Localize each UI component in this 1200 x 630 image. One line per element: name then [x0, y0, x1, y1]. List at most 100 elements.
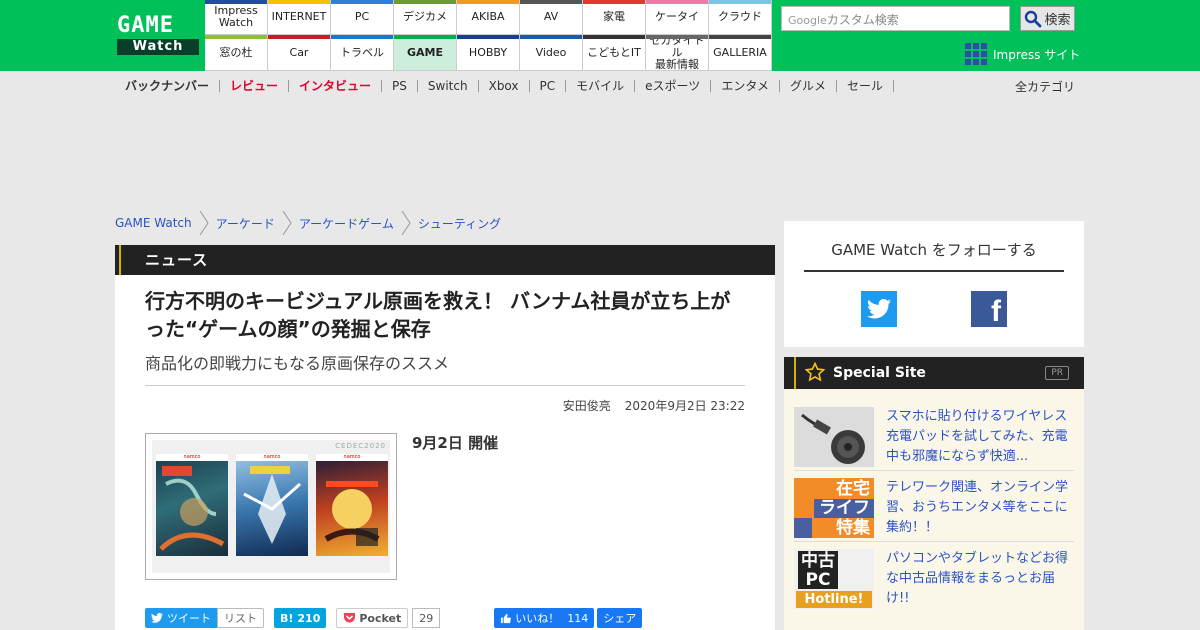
twitter-follow-icon[interactable]	[861, 291, 897, 327]
breadcrumb-item[interactable]: アーケードゲーム	[299, 215, 400, 232]
special-site-box: Special Site PR スマホに貼り付けるワイヤレス充電パッドを試してみ…	[784, 357, 1084, 630]
site-link[interactable]: GAME	[394, 35, 457, 71]
facebook-share-button[interactable]: シェア	[597, 608, 643, 628]
twitter-list-button[interactable]: リスト	[217, 608, 264, 628]
special-item[interactable]: スマホに貼り付けるワイヤレス充電パッドを試してみた、充電中も邪魔にならず快適..…	[794, 407, 1074, 471]
impress-site-label: Impress サイト	[993, 47, 1081, 62]
breadcrumb-item[interactable]: GAME Watch	[115, 216, 198, 230]
cover-art-2	[243, 466, 301, 544]
site-link-label: AKIBA	[471, 10, 505, 23]
nav-item[interactable]: PS	[382, 80, 418, 92]
nav-item[interactable]: バックナンバー	[115, 80, 221, 92]
nav-item[interactable]: eスポーツ	[635, 80, 712, 92]
grid-icon	[965, 43, 987, 65]
thumbs-up-icon	[501, 613, 512, 623]
special-thumb-charger	[794, 407, 874, 467]
site-link[interactable]: AKIBA	[457, 0, 520, 35]
site-link-label: Car	[289, 45, 309, 59]
fb-like-label: いいね！	[515, 612, 560, 625]
publish-date: 2020年9月2日 23:22	[624, 399, 745, 413]
hatena-count: 210	[297, 611, 321, 625]
author: 安田俊亮	[562, 399, 611, 413]
chevron-right-icon	[282, 211, 292, 235]
cover-art-3	[324, 481, 380, 546]
site-link[interactable]: PC	[331, 0, 394, 35]
site-link[interactable]: GALLERIA	[709, 35, 772, 71]
site-link[interactable]: INTERNET	[268, 0, 331, 35]
thumb-line-1: 中古	[798, 551, 838, 571]
special-item-text: パソコンやタブレットなどお得な中古品情報をまるっとお届け!!	[886, 551, 1069, 606]
cover-art-1	[159, 466, 225, 551]
nav-item[interactable]: モバイル	[566, 80, 636, 92]
star-icon	[805, 362, 825, 382]
fb-like-count: 114	[567, 611, 589, 625]
breadcrumb-item[interactable]: シューティング	[418, 215, 507, 232]
key-visual-cover-1: namco	[156, 454, 228, 556]
special-item[interactable]: 中古 PC Hotline! パソコンやタブレットなどお得な中古品情報をまるっと…	[794, 549, 1074, 613]
site-link[interactable]: 家電	[583, 0, 646, 35]
thumb-line-1: 在宅	[836, 479, 870, 499]
fb-share-label: シェア	[603, 612, 637, 625]
site-link[interactable]: ケータイ	[646, 0, 709, 35]
event-date: 9月2日 開催	[412, 434, 499, 452]
site-link-label: こどもとIT	[587, 45, 641, 59]
site-link-label: GAME	[406, 45, 443, 59]
nav-item[interactable]: レビュー	[220, 80, 290, 92]
special-site-header: Special Site PR	[784, 357, 1084, 389]
site-link[interactable]: クラウド	[709, 0, 772, 35]
thumb-stripe	[794, 518, 812, 538]
site-link[interactable]: こどもとIT	[583, 35, 646, 71]
site-link[interactable]: 窓の杜	[205, 35, 268, 71]
nav-item[interactable]: PC	[530, 80, 567, 92]
special-site-list: スマホに貼り付けるワイヤレス充電パッドを試してみた、充電中も邪魔にならず快適..…	[784, 389, 1084, 630]
site-link[interactable]: HOBBY	[457, 35, 520, 71]
site-link[interactable]: Impress Watch	[205, 0, 268, 35]
pr-badge: PR	[1045, 366, 1069, 380]
site-link-label: HOBBY	[468, 45, 508, 59]
photo-inner: CEDEC2020 namco namco namco	[152, 440, 390, 573]
facebook-like-button[interactable]: いいね！ 114	[494, 608, 595, 628]
section-bar: ニュース	[115, 245, 775, 275]
pocket-icon	[344, 613, 356, 623]
special-item-text: テレワーク関連、オンライン学習、おうちエンタメ等をここに集約！！	[886, 480, 1069, 535]
nav-item[interactable]: エンタメ	[711, 80, 780, 92]
logo-watch: Watch	[117, 39, 199, 55]
site-link[interactable]: Car	[268, 35, 331, 71]
nav-item[interactable]: Switch	[418, 80, 479, 92]
site-link[interactable]: Video	[520, 35, 583, 71]
nav-item[interactable]: インタビュー	[289, 80, 383, 92]
search-input[interactable]: Googleカスタム検索	[781, 6, 1010, 31]
site-link-label: INTERNET	[271, 10, 327, 23]
site-link[interactable]: デジカメ	[394, 0, 457, 35]
twitter-bird-icon	[867, 299, 891, 319]
all-categories-link[interactable]: 全カテゴリ	[1015, 78, 1075, 95]
search-button[interactable]: 検索	[1020, 6, 1075, 31]
hatena-bookmark-button[interactable]: B! 210	[274, 608, 327, 628]
thumb-line-2: PC	[798, 571, 838, 589]
thumb-line-3: Hotline!	[796, 591, 872, 608]
site-link-label: GALLERIA	[713, 45, 767, 59]
breadcrumb-item[interactable]: アーケード	[216, 215, 281, 232]
tweet-label: ツイート	[167, 612, 211, 625]
facebook-follow-icon[interactable]: f	[971, 291, 1007, 327]
impress-site-link[interactable]: Impress サイト	[965, 42, 1080, 66]
site-link-label: PC	[354, 10, 370, 23]
tweet-button[interactable]: ツイート	[145, 608, 217, 628]
special-item[interactable]: 在宅 ライフ 特集 テレワーク関連、オンライン学習、おうちエンタメ等をここに集約…	[794, 478, 1074, 542]
site-link-label: Impress Watch	[214, 4, 258, 29]
nav-item[interactable]: Xbox	[479, 80, 530, 92]
special-thumb-zaitaku: 在宅 ライフ 特集	[794, 478, 874, 538]
nav-item[interactable]: セール	[837, 80, 894, 92]
impress-sites-grid: Impress Watch INTERNET PC デジカメ AKIBA AV 家電 ケータイ…	[205, 0, 772, 71]
article-photo[interactable]: CEDEC2020 namco namco namco	[145, 433, 397, 580]
site-link[interactable]: セガタイトル 最新情報	[646, 34, 709, 71]
category-nav: バックナンバー レビュー インタビュー PS Switch Xbox PC モバイル eスポーツ…	[115, 71, 1085, 101]
logo-game: GAME	[117, 13, 174, 38]
game-watch-logo[interactable]: GAME Watch	[117, 15, 199, 55]
nav-item[interactable]: グルメ	[780, 80, 837, 92]
site-header: GAME Watch Impress Watch INTERNET PC デジカメ AK…	[0, 0, 1200, 71]
site-link[interactable]: AV	[520, 0, 583, 35]
pocket-button[interactable]: Pocket	[336, 608, 409, 628]
site-link-label: ケータイ	[655, 10, 699, 23]
site-link[interactable]: トラベル	[331, 35, 394, 71]
